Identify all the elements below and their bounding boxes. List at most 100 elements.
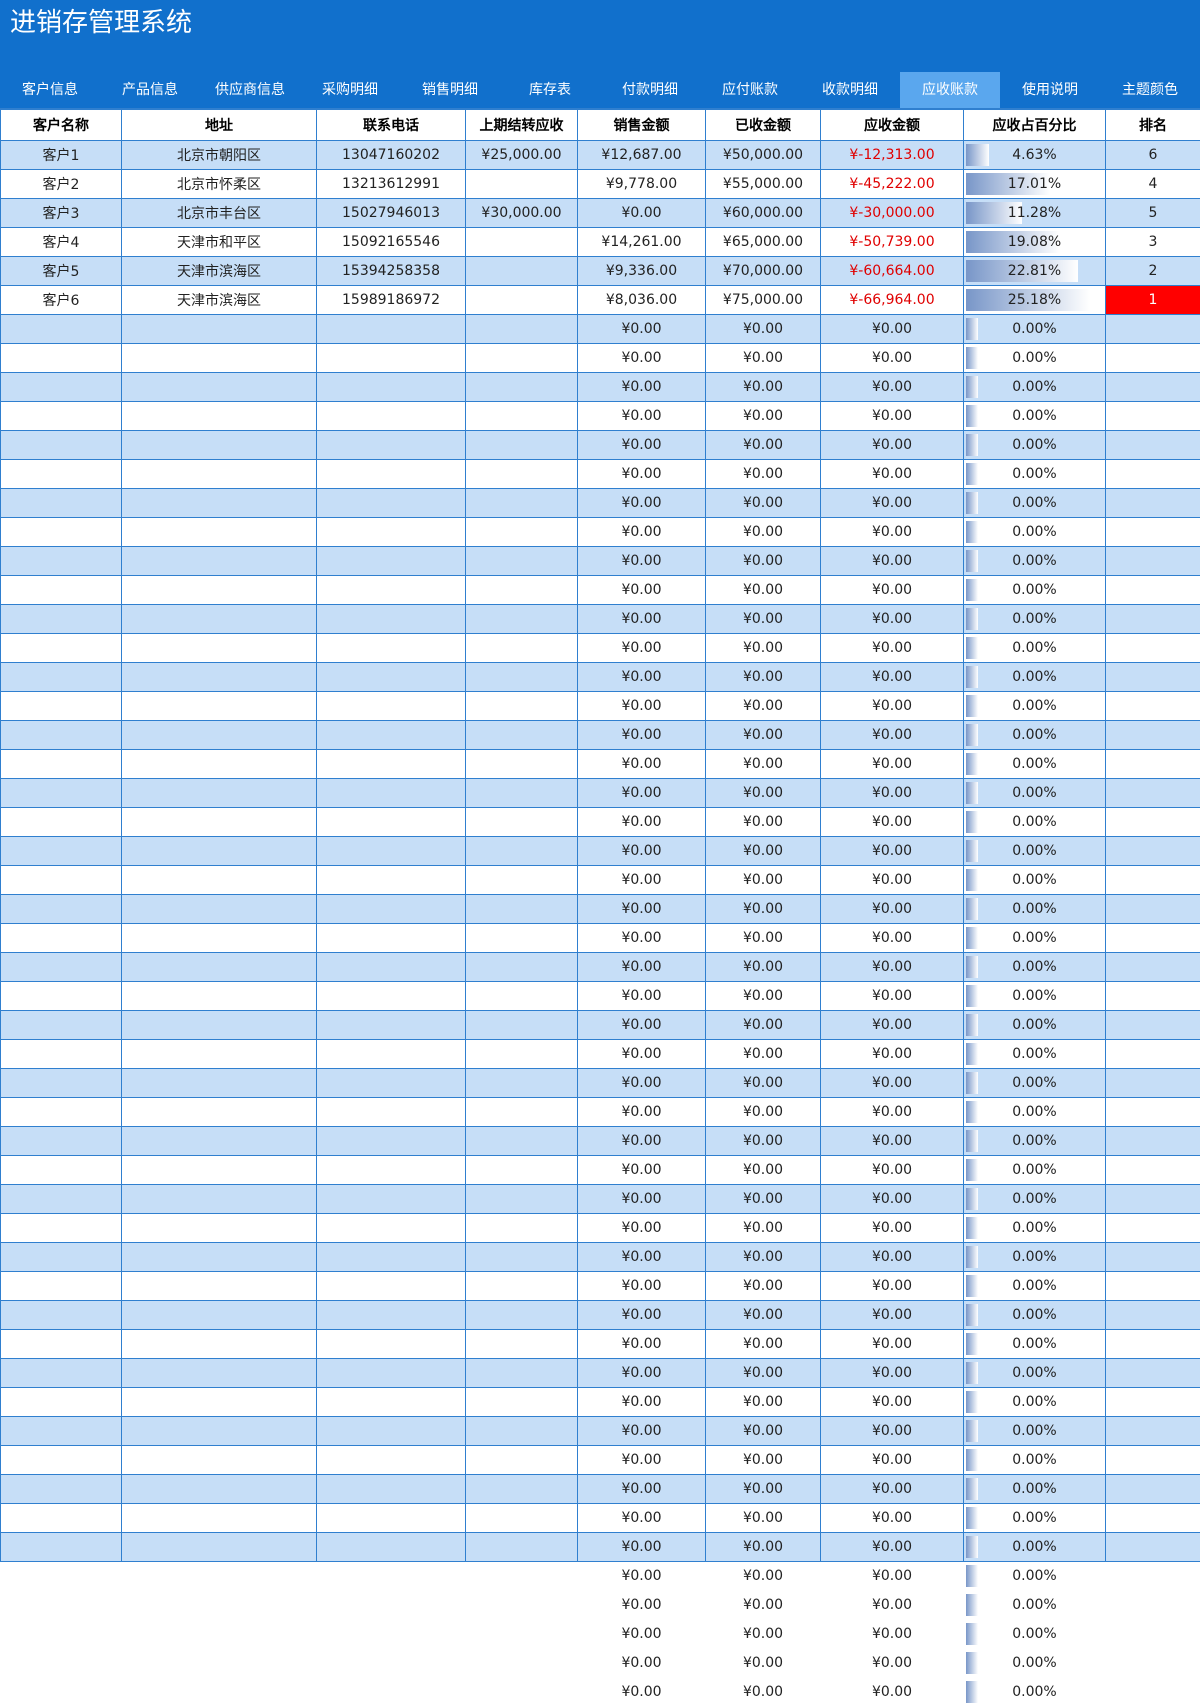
phone-cell[interactable] [317, 344, 466, 373]
received-amount-cell[interactable]: ¥75,000.00 [706, 286, 821, 315]
receivable-amount-cell[interactable]: ¥-12,313.00 [821, 141, 964, 170]
customer-name-cell[interactable] [1, 1475, 122, 1504]
received-amount-cell[interactable]: ¥50,000.00 [706, 141, 821, 170]
receivable-percent-cell[interactable]: 0.00% [964, 1359, 1106, 1388]
sheet-tab[interactable]: 付款明细 [600, 72, 700, 108]
receivable-amount-cell[interactable]: ¥0.00 [821, 576, 964, 605]
phone-cell[interactable] [317, 1475, 466, 1504]
phone-cell[interactable] [317, 1649, 466, 1678]
phone-cell[interactable] [317, 721, 466, 750]
received-amount-cell[interactable]: ¥0.00 [706, 663, 821, 692]
rank-cell[interactable]: 2 [1106, 257, 1200, 286]
received-amount-cell[interactable]: ¥0.00 [706, 1388, 821, 1417]
address-cell[interactable] [122, 1156, 317, 1185]
rank-cell[interactable] [1106, 431, 1200, 460]
rank-cell[interactable] [1106, 1301, 1200, 1330]
address-cell[interactable] [122, 1678, 317, 1707]
received-amount-cell[interactable]: ¥0.00 [706, 1330, 821, 1359]
carryover-cell[interactable] [466, 1185, 578, 1214]
customer-name-cell[interactable] [1, 1040, 122, 1069]
received-amount-cell[interactable]: ¥0.00 [706, 1214, 821, 1243]
carryover-cell[interactable] [466, 1040, 578, 1069]
phone-cell[interactable] [317, 1417, 466, 1446]
phone-cell[interactable] [317, 1330, 466, 1359]
phone-cell[interactable] [317, 866, 466, 895]
sheet-tab[interactable]: 应收账款 [900, 72, 1000, 108]
customer-name-cell[interactable] [1, 1446, 122, 1475]
carryover-cell[interactable] [466, 576, 578, 605]
received-amount-cell[interactable]: ¥0.00 [706, 1272, 821, 1301]
column-header-sales-amount[interactable]: 销售金额 [578, 109, 706, 141]
receivable-percent-cell[interactable]: 0.00% [964, 402, 1106, 431]
sales-amount-cell[interactable]: ¥0.00 [578, 1417, 706, 1446]
customer-name-cell[interactable]: 客户5 [1, 257, 122, 286]
carryover-cell[interactable] [466, 1098, 578, 1127]
customer-name-cell[interactable] [1, 663, 122, 692]
carryover-cell[interactable] [466, 286, 578, 315]
receivable-percent-cell[interactable]: 0.00% [964, 1156, 1106, 1185]
phone-cell[interactable]: 15092165546 [317, 228, 466, 257]
receivable-percent-cell[interactable]: 0.00% [964, 1301, 1106, 1330]
sales-amount-cell[interactable]: ¥0.00 [578, 1475, 706, 1504]
sales-amount-cell[interactable]: ¥0.00 [578, 1591, 706, 1620]
address-cell[interactable] [122, 1127, 317, 1156]
sales-amount-cell[interactable]: ¥0.00 [578, 518, 706, 547]
sales-amount-cell[interactable]: ¥0.00 [578, 1214, 706, 1243]
sales-amount-cell[interactable]: ¥0.00 [578, 1620, 706, 1649]
receivable-percent-cell[interactable]: 17.01% [964, 170, 1106, 199]
received-amount-cell[interactable]: ¥0.00 [706, 489, 821, 518]
carryover-cell[interactable] [466, 518, 578, 547]
receivable-amount-cell[interactable]: ¥0.00 [821, 1330, 964, 1359]
carryover-cell[interactable]: ¥25,000.00 [466, 141, 578, 170]
received-amount-cell[interactable]: ¥60,000.00 [706, 199, 821, 228]
sales-amount-cell[interactable]: ¥0.00 [578, 431, 706, 460]
receivable-percent-cell[interactable]: 0.00% [964, 460, 1106, 489]
receivable-amount-cell[interactable]: ¥0.00 [821, 1272, 964, 1301]
sales-amount-cell[interactable]: ¥0.00 [578, 315, 706, 344]
address-cell[interactable]: 天津市滨海区 [122, 257, 317, 286]
carryover-cell[interactable] [466, 170, 578, 199]
customer-name-cell[interactable] [1, 1127, 122, 1156]
receivable-amount-cell[interactable]: ¥0.00 [821, 1417, 964, 1446]
phone-cell[interactable] [317, 692, 466, 721]
rank-cell[interactable] [1106, 373, 1200, 402]
phone-cell[interactable] [317, 895, 466, 924]
sales-amount-cell[interactable]: ¥0.00 [578, 1649, 706, 1678]
sales-amount-cell[interactable]: ¥0.00 [578, 605, 706, 634]
address-cell[interactable] [122, 344, 317, 373]
carryover-cell[interactable] [466, 663, 578, 692]
receivable-amount-cell[interactable]: ¥0.00 [821, 866, 964, 895]
sales-amount-cell[interactable]: ¥0.00 [578, 1272, 706, 1301]
received-amount-cell[interactable]: ¥0.00 [706, 1359, 821, 1388]
receivable-percent-cell[interactable]: 0.00% [964, 866, 1106, 895]
receivable-percent-cell[interactable]: 0.00% [964, 808, 1106, 837]
phone-cell[interactable] [317, 924, 466, 953]
receivable-percent-cell[interactable]: 0.00% [964, 1533, 1106, 1562]
rank-cell[interactable] [1106, 1620, 1200, 1649]
received-amount-cell[interactable]: ¥0.00 [706, 634, 821, 663]
customer-name-cell[interactable] [1, 518, 122, 547]
receivable-percent-cell[interactable]: 0.00% [964, 1040, 1106, 1069]
customer-name-cell[interactable] [1, 982, 122, 1011]
phone-cell[interactable] [317, 1272, 466, 1301]
column-header-receivable-amount[interactable]: 应收金额 [821, 109, 964, 141]
address-cell[interactable] [122, 1475, 317, 1504]
sales-amount-cell[interactable]: ¥0.00 [578, 1040, 706, 1069]
customer-name-cell[interactable] [1, 1620, 122, 1649]
received-amount-cell[interactable]: ¥0.00 [706, 924, 821, 953]
rank-cell[interactable] [1106, 1040, 1200, 1069]
phone-cell[interactable] [317, 373, 466, 402]
rank-cell[interactable] [1106, 779, 1200, 808]
phone-cell[interactable] [317, 634, 466, 663]
sales-amount-cell[interactable]: ¥0.00 [578, 663, 706, 692]
receivable-percent-cell[interactable]: 0.00% [964, 1011, 1106, 1040]
customer-name-cell[interactable] [1, 576, 122, 605]
receivable-amount-cell[interactable]: ¥0.00 [821, 460, 964, 489]
customer-name-cell[interactable] [1, 1533, 122, 1562]
carryover-cell[interactable] [466, 982, 578, 1011]
sales-amount-cell[interactable]: ¥0.00 [578, 779, 706, 808]
received-amount-cell[interactable]: ¥65,000.00 [706, 228, 821, 257]
address-cell[interactable] [122, 1417, 317, 1446]
receivable-amount-cell[interactable]: ¥0.00 [821, 663, 964, 692]
rank-cell[interactable] [1106, 518, 1200, 547]
